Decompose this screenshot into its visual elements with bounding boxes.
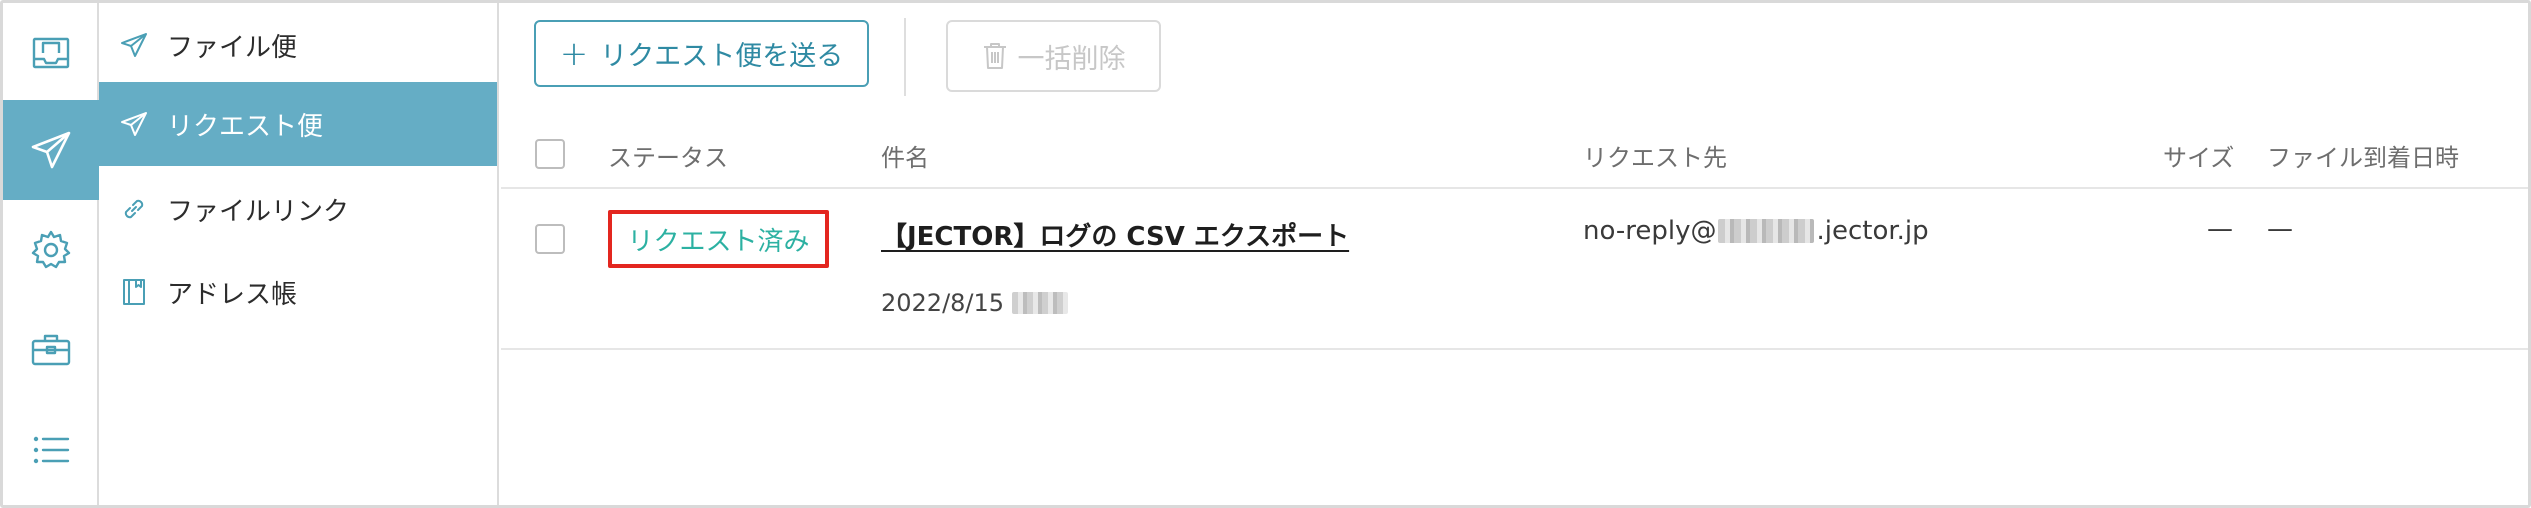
sent-date: 2022/8/15 <box>881 289 1069 317</box>
toolbar: + リクエスト便を送る 一括削除 <box>501 3 2528 99</box>
trash-icon <box>983 43 1006 69</box>
row-checkbox[interactable] <box>535 224 565 254</box>
submenu-item-label: ファイルリンク <box>167 196 350 227</box>
submenu-item-file-delivery[interactable]: ファイル便 <box>99 3 497 87</box>
status-badge: リクエスト済み <box>627 226 810 257</box>
submenu-item-address-book[interactable]: アドレス帳 <box>99 250 497 334</box>
link-icon <box>119 194 149 224</box>
recipient-prefix: no-reply@ <box>1583 216 1717 246</box>
select-all-checkbox[interactable] <box>535 139 565 169</box>
main-content: + リクエスト便を送る 一括削除 ステータス 件名 リクエスト先 サイズ ファイ… <box>501 3 2528 505</box>
rail-item-inbox[interactable] <box>3 3 99 103</box>
table-row[interactable]: リクエスト済み 【JECTOR】ログの CSV エクスポート 2022/8/15… <box>501 190 2528 350</box>
submenu: ファイル便 リクエスト便 ファイルリンク アドレス帳 <box>99 3 499 505</box>
toolbar-divider <box>904 18 906 96</box>
column-header-size[interactable]: サイズ <box>2163 138 2234 173</box>
submenu-item-label: アドレス帳 <box>167 279 298 310</box>
rail-item-settings[interactable] <box>3 200 99 300</box>
plus-icon: + <box>559 33 589 74</box>
inbox-icon <box>32 37 70 69</box>
file-size: — <box>2207 214 2233 244</box>
submenu-item-request-delivery[interactable]: リクエスト便 <box>99 82 497 166</box>
submenu-item-label: リクエスト便 <box>167 111 324 142</box>
column-header-subject[interactable]: 件名 <box>881 138 929 173</box>
column-header-arrival[interactable]: ファイル到着日時 <box>2267 138 2459 173</box>
subject-link[interactable]: 【JECTOR】ログの CSV エクスポート <box>881 216 1349 253</box>
bulk-delete-label: 一括削除 <box>1017 43 1126 75</box>
recipient-email: no-reply@ .jector.jp <box>1583 216 1929 246</box>
rail-item-send[interactable] <box>3 100 99 200</box>
column-header-recipient[interactable]: リクエスト先 <box>1583 138 1727 173</box>
status-highlight: リクエスト済み <box>608 210 829 268</box>
gear-icon <box>31 230 71 269</box>
icon-rail <box>3 3 99 505</box>
rail-item-tools[interactable] <box>3 300 99 400</box>
redacted-time <box>1012 292 1069 314</box>
bulk-delete-button[interactable]: 一括削除 <box>946 20 1161 92</box>
recipient-suffix: .jector.jp <box>1816 216 1929 246</box>
redacted-domain <box>1718 219 1815 243</box>
paper-plane-icon <box>31 131 71 169</box>
submenu-item-label: ファイル便 <box>167 32 298 63</box>
send-icon <box>119 109 149 139</box>
book-icon <box>119 277 149 307</box>
toolbox-icon <box>31 334 71 366</box>
rail-item-list[interactable] <box>3 400 99 500</box>
send-icon <box>119 30 149 60</box>
list-icon <box>33 436 70 464</box>
table-header: ステータス 件名 リクエスト先 サイズ ファイル到着日時 <box>501 119 2528 189</box>
arrival-datetime: — <box>2267 214 2293 244</box>
send-request-label: リクエスト便を送る <box>600 41 844 72</box>
column-header-status[interactable]: ステータス <box>608 138 728 173</box>
sent-date-text: 2022/8/15 <box>881 289 1005 317</box>
send-request-button[interactable]: + リクエスト便を送る <box>534 20 869 87</box>
submenu-item-file-link[interactable]: ファイルリンク <box>99 167 497 251</box>
